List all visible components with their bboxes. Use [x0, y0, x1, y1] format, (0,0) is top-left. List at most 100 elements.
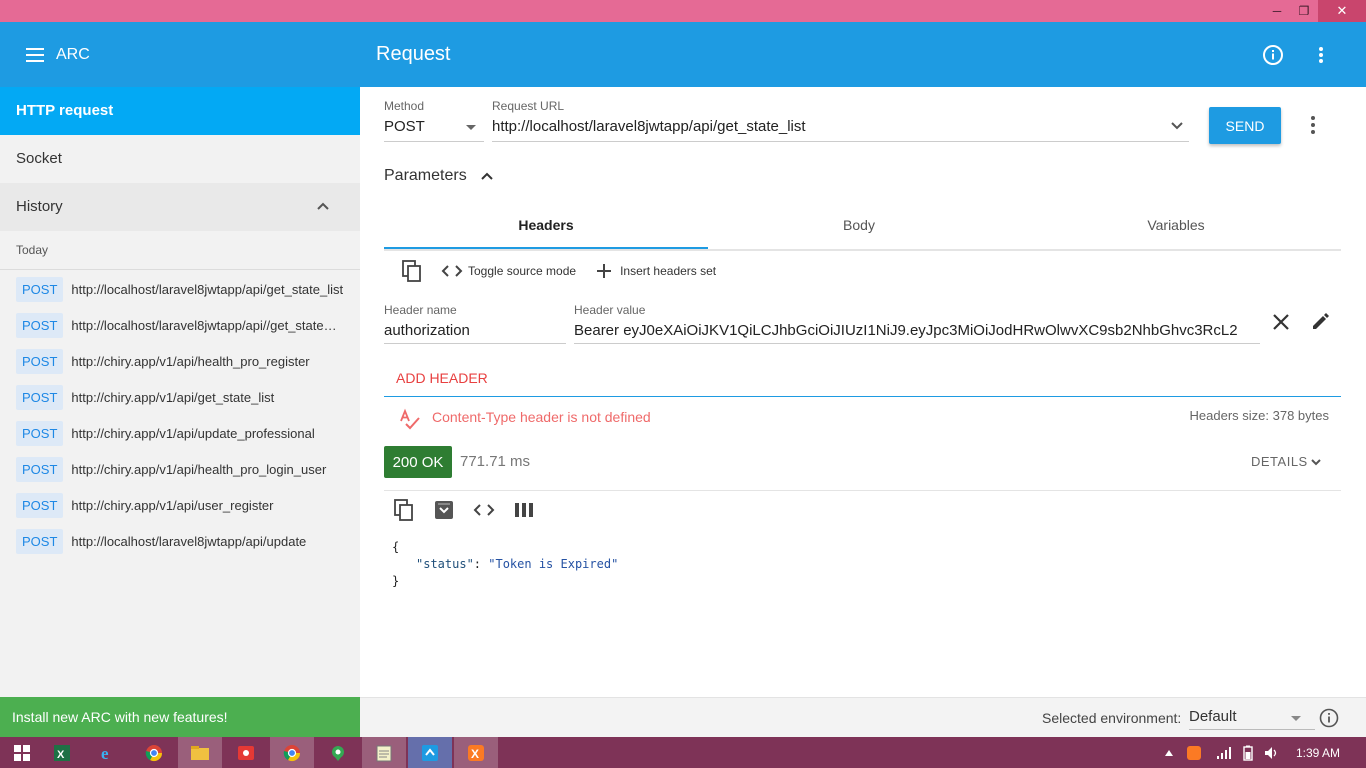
history-item[interactable]: POST http://chiry.app/v1/api/get_state_li…	[0, 379, 360, 415]
json-line: "status": "Token is Expired"	[392, 556, 618, 573]
save-icon[interactable]	[432, 498, 456, 522]
chevron-up-icon[interactable]	[316, 201, 330, 211]
divider	[384, 396, 1341, 397]
details-button[interactable]: DETAILS	[1251, 454, 1308, 469]
info-icon[interactable]	[1319, 708, 1339, 728]
history-url: http://chiry.app/v1/api/update_professio…	[71, 425, 315, 441]
info-icon[interactable]	[1262, 44, 1284, 66]
tab-variables[interactable]: Variables	[1018, 205, 1334, 249]
history-item[interactable]: POST http://localhost/laravel8jwtapp/api/…	[0, 271, 360, 307]
chevron-up-icon[interactable]	[480, 171, 494, 181]
nav-history-label: History	[16, 198, 63, 215]
app-name: ARC	[56, 46, 90, 63]
history-item[interactable]: POST http://chiry.app/v1/api/health_pro_r…	[0, 343, 360, 379]
header-value-label: Header value	[574, 303, 646, 317]
header-name-input[interactable]: authorization	[384, 322, 564, 339]
request-options-icon[interactable]	[1306, 116, 1320, 134]
history-url: http://chiry.app/v1/api/health_pro_login…	[71, 461, 327, 477]
chrome-app-icon[interactable]	[270, 737, 314, 768]
chevron-down-icon[interactable]	[1310, 457, 1322, 467]
svg-text:X: X	[471, 747, 479, 761]
json-colon: :	[473, 557, 489, 571]
nav-socket[interactable]: Socket	[0, 135, 360, 183]
page-title: Request	[376, 43, 451, 65]
caret-down-icon[interactable]	[1291, 716, 1301, 721]
toggle-source-button[interactable]: Toggle source mode	[468, 264, 576, 278]
excel-icon[interactable]: X	[40, 737, 84, 768]
headers-size: Headers size: 378 bytes	[1189, 408, 1329, 423]
xampp-tray-icon[interactable]	[1184, 737, 1204, 768]
copy-icon[interactable]	[400, 259, 424, 283]
minimize-button[interactable]: ─	[1264, 0, 1290, 22]
header-name-underline	[384, 343, 566, 344]
window-title-bar: ─ ❐ ✕	[0, 0, 1366, 22]
recorder-icon[interactable]	[224, 737, 268, 768]
insert-headers-set-button[interactable]: Insert headers set	[620, 264, 716, 278]
menu-icon[interactable]	[26, 47, 46, 63]
send-button[interactable]: SEND	[1209, 107, 1281, 144]
url-input[interactable]: http://localhost/laravel8jwtapp/api/get_…	[492, 118, 1152, 135]
network-icon[interactable]	[1214, 737, 1234, 768]
history-item[interactable]: POST http://localhost/laravel8jwtapp/api/…	[0, 307, 360, 343]
tab-indicator	[384, 247, 708, 249]
history-item[interactable]: POST http://chiry.app/v1/api/user_registe…	[0, 487, 360, 523]
clock: 1:39 AM	[1296, 746, 1341, 760]
install-banner[interactable]: Install new ARC with new features!	[0, 697, 360, 737]
footer-bar: Selected environment: Default	[360, 697, 1366, 737]
edit-icon[interactable]	[1310, 310, 1332, 332]
caret-down-icon[interactable]	[466, 125, 476, 130]
notepad-icon[interactable]	[362, 737, 406, 768]
json-value: "Token is Expired"	[488, 557, 619, 571]
start-button[interactable]	[0, 737, 44, 768]
tab-headers[interactable]: Headers	[384, 205, 708, 249]
close-icon[interactable]	[1270, 311, 1292, 333]
parameter-tabs: Headers Body Variables	[384, 205, 1341, 251]
history-item[interactable]: POST http://chiry.app/v1/api/health_pro_l…	[0, 451, 360, 487]
history-url: http://localhost/laravel8jwtapp/api/get_…	[71, 281, 344, 297]
sidebar: HTTP request Socket History Today POST ht…	[0, 87, 360, 697]
history-section-label: Today	[16, 243, 49, 257]
history-item[interactable]: POST http://chiry.app/v1/api/update_profe…	[0, 415, 360, 451]
chrome-icon[interactable]	[132, 737, 176, 768]
code-icon[interactable]	[472, 498, 496, 522]
maximize-button[interactable]: ❐	[1290, 0, 1318, 22]
xampp-icon[interactable]: X	[454, 737, 498, 768]
more-options-icon[interactable]	[1314, 44, 1328, 66]
divider	[384, 490, 1341, 491]
method-badge: POST	[16, 348, 64, 374]
arc-app-icon[interactable]	[408, 737, 452, 768]
internet-explorer-icon[interactable]: e	[86, 737, 130, 768]
chevron-down-icon[interactable]	[1170, 121, 1184, 131]
header-value-underline	[574, 343, 1260, 344]
nav-http-request[interactable]: HTTP request	[0, 87, 360, 135]
json-close-brace: }	[392, 574, 400, 588]
close-window-button[interactable]: ✕	[1318, 0, 1366, 22]
volume-icon[interactable]	[1262, 737, 1282, 768]
maps-icon[interactable]	[316, 737, 360, 768]
file-explorer-icon[interactable]	[178, 737, 222, 768]
environment-select[interactable]: Default	[1189, 708, 1237, 725]
copy-icon[interactable]	[392, 498, 416, 522]
environment-underline	[1189, 729, 1315, 730]
tab-body[interactable]: Body	[708, 205, 1010, 249]
environment-label: Selected environment:	[1042, 710, 1182, 726]
tray-expand-icon[interactable]	[1162, 737, 1176, 768]
method-badge: POST	[16, 276, 64, 302]
json-open-brace: {	[392, 540, 400, 554]
history-item[interactable]: POST http://localhost/laravel8jwtapp/api/…	[0, 523, 360, 559]
parameters-toggle[interactable]: Parameters	[384, 167, 467, 185]
battery-icon[interactable]	[1238, 737, 1258, 768]
headers-toolbar: Toggle source mode Insert headers set	[400, 257, 716, 285]
columns-icon[interactable]	[512, 498, 536, 522]
taskbar: X e X 1:39 AM	[0, 737, 1366, 768]
header-value-input[interactable]: Bearer eyJ0eXAiOiJKV1QiLCJhbGciOiJIUzI1N…	[574, 322, 1260, 339]
method-select[interactable]: POST	[384, 118, 464, 135]
header-name-label: Header name	[384, 303, 457, 317]
method-badge: POST	[16, 456, 64, 482]
plus-icon[interactable]	[592, 259, 616, 283]
content-type-warning: Content-Type header is not defined	[432, 409, 651, 425]
history-url: http://chiry.app/v1/api/health_pro_regis…	[71, 353, 310, 369]
add-header-button[interactable]: ADD HEADER	[396, 370, 488, 386]
nav-history[interactable]: History	[0, 183, 360, 231]
code-icon[interactable]	[440, 259, 464, 283]
